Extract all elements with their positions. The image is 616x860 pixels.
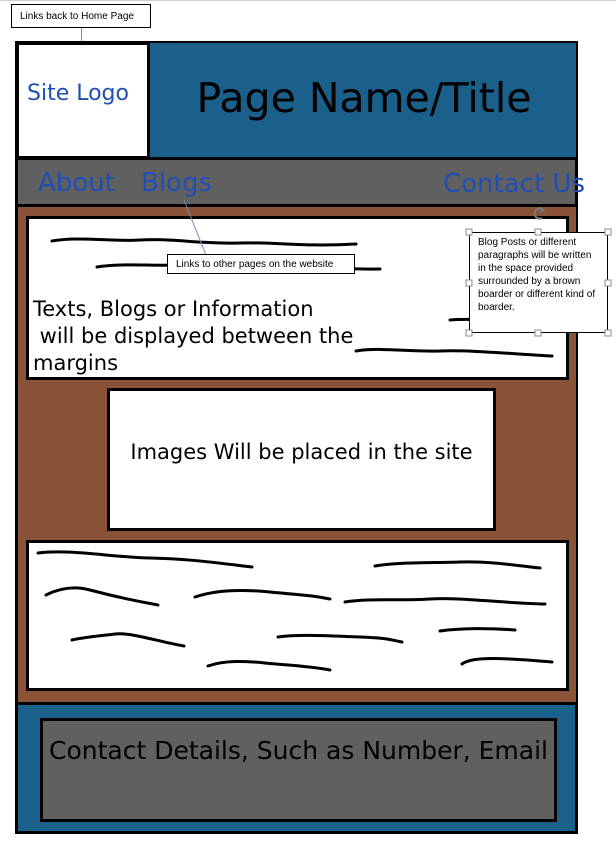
rotate-handle-icon — [533, 206, 546, 220]
resize-handle — [465, 228, 473, 236]
resize-handle — [465, 329, 473, 337]
resize-handle — [604, 329, 612, 337]
resize-handle — [534, 228, 542, 236]
resize-handle — [604, 279, 612, 287]
resize-handle — [604, 228, 612, 236]
resize-handle — [534, 329, 542, 337]
selection-handles — [465, 206, 612, 337]
resize-handle — [465, 279, 473, 287]
